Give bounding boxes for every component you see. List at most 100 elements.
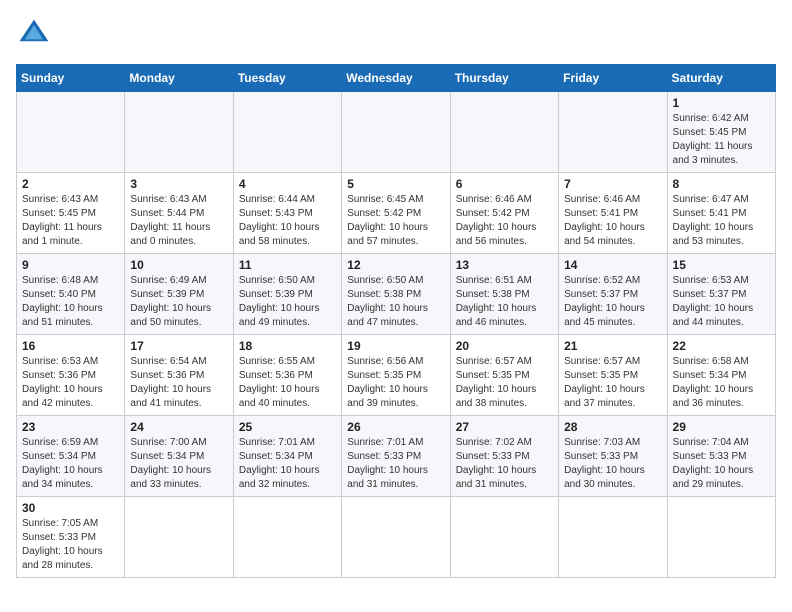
calendar-cell: 23 Sunrise: 6:59 AM Sunset: 5:34 PM Dayli… — [17, 416, 125, 497]
calendar-cell: 30 Sunrise: 7:05 AM Sunset: 5:33 PM Dayli… — [17, 497, 125, 578]
calendar-cell: 27 Sunrise: 7:02 AM Sunset: 5:33 PM Dayli… — [450, 416, 558, 497]
calendar-table: SundayMondayTuesdayWednesdayThursdayFrid… — [16, 64, 776, 578]
day-info: Sunrise: 6:50 AM Sunset: 5:38 PM Dayligh… — [347, 274, 444, 330]
weekday-header: Thursday — [450, 65, 558, 92]
day-number: 14 — [564, 258, 661, 272]
calendar-cell — [17, 92, 125, 173]
day-number: 10 — [130, 258, 227, 272]
day-info: Sunrise: 6:46 AM Sunset: 5:42 PM Dayligh… — [456, 193, 553, 249]
calendar-cell: 21Sunrise: 6:57 AM Sunset: 5:35 PM Dayli… — [559, 335, 667, 416]
calendar-cell: 10 Sunrise: 6:49 AM Sunset: 5:39 PM Dayli… — [125, 254, 233, 335]
weekday-header: Sunday — [17, 65, 125, 92]
day-number: 8 — [673, 177, 770, 191]
day-info: Sunrise: 6:51 AM Sunset: 5:38 PM Dayligh… — [456, 274, 553, 330]
calendar-cell — [233, 92, 341, 173]
calendar-week: 23 Sunrise: 6:59 AM Sunset: 5:34 PM Dayli… — [17, 416, 776, 497]
calendar-cell: 26Sunrise: 7:01 AM Sunset: 5:33 PM Dayli… — [342, 416, 450, 497]
day-info: Sunrise: 6:54 AM Sunset: 5:36 PM Dayligh… — [130, 355, 227, 411]
day-number: 29 — [673, 420, 770, 434]
day-number: 3 — [130, 177, 227, 191]
day-number: 1 — [673, 96, 770, 110]
calendar-cell: 9 Sunrise: 6:48 AM Sunset: 5:40 PM Daylig… — [17, 254, 125, 335]
day-number: 2 — [22, 177, 119, 191]
day-info: Sunrise: 6:43 AM Sunset: 5:44 PM Dayligh… — [130, 193, 227, 249]
calendar-cell: 11 Sunrise: 6:50 AM Sunset: 5:39 PM Dayli… — [233, 254, 341, 335]
day-number: 30 — [22, 501, 119, 515]
day-number: 5 — [347, 177, 444, 191]
day-number: 7 — [564, 177, 661, 191]
calendar-week: 9 Sunrise: 6:48 AM Sunset: 5:40 PM Daylig… — [17, 254, 776, 335]
day-info: Sunrise: 6:47 AM Sunset: 5:41 PM Dayligh… — [673, 193, 770, 249]
day-info: Sunrise: 6:43 AM Sunset: 5:45 PM Dayligh… — [22, 193, 119, 249]
day-info: Sunrise: 6:42 AM Sunset: 5:45 PM Dayligh… — [673, 112, 770, 168]
day-number: 27 — [456, 420, 553, 434]
day-number: 16 — [22, 339, 119, 353]
day-info: Sunrise: 6:48 AM Sunset: 5:40 PM Dayligh… — [22, 274, 119, 330]
calendar-cell: 4 Sunrise: 6:44 AM Sunset: 5:43 PM Daylig… — [233, 173, 341, 254]
calendar-cell: 24 Sunrise: 7:00 AM Sunset: 5:34 PM Dayli… — [125, 416, 233, 497]
calendar-week: 30 Sunrise: 7:05 AM Sunset: 5:33 PM Dayli… — [17, 497, 776, 578]
day-number: 28 — [564, 420, 661, 434]
calendar-cell — [125, 497, 233, 578]
day-number: 17 — [130, 339, 227, 353]
calendar-cell: 28Sunrise: 7:03 AM Sunset: 5:33 PM Dayli… — [559, 416, 667, 497]
calendar-cell: 25 Sunrise: 7:01 AM Sunset: 5:34 PM Dayli… — [233, 416, 341, 497]
calendar-cell: 7 Sunrise: 6:46 AM Sunset: 5:41 PM Daylig… — [559, 173, 667, 254]
day-info: Sunrise: 7:00 AM Sunset: 5:34 PM Dayligh… — [130, 436, 227, 492]
day-info: Sunrise: 6:50 AM Sunset: 5:39 PM Dayligh… — [239, 274, 336, 330]
day-info: Sunrise: 7:04 AM Sunset: 5:33 PM Dayligh… — [673, 436, 770, 492]
day-info: Sunrise: 6:56 AM Sunset: 5:35 PM Dayligh… — [347, 355, 444, 411]
day-info: Sunrise: 6:53 AM Sunset: 5:37 PM Dayligh… — [673, 274, 770, 330]
day-number: 24 — [130, 420, 227, 434]
day-info: Sunrise: 6:45 AM Sunset: 5:42 PM Dayligh… — [347, 193, 444, 249]
day-info: Sunrise: 6:53 AM Sunset: 5:36 PM Dayligh… — [22, 355, 119, 411]
calendar-cell: 6Sunrise: 6:46 AM Sunset: 5:42 PM Daylig… — [450, 173, 558, 254]
day-number: 23 — [22, 420, 119, 434]
calendar-week: 2 Sunrise: 6:43 AM Sunset: 5:45 PM Daylig… — [17, 173, 776, 254]
calendar-cell — [667, 497, 775, 578]
day-info: Sunrise: 7:02 AM Sunset: 5:33 PM Dayligh… — [456, 436, 553, 492]
calendar-cell: 19 Sunrise: 6:56 AM Sunset: 5:35 PM Dayli… — [342, 335, 450, 416]
calendar-cell: 22Sunrise: 6:58 AM Sunset: 5:34 PM Dayli… — [667, 335, 775, 416]
day-number: 15 — [673, 258, 770, 272]
calendar-cell: 15 Sunrise: 6:53 AM Sunset: 5:37 PM Dayli… — [667, 254, 775, 335]
day-info: Sunrise: 6:52 AM Sunset: 5:37 PM Dayligh… — [564, 274, 661, 330]
weekday-header: Tuesday — [233, 65, 341, 92]
calendar-cell: 17 Sunrise: 6:54 AM Sunset: 5:36 PM Dayli… — [125, 335, 233, 416]
logo-icon — [16, 16, 52, 52]
calendar-cell: 29 Sunrise: 7:04 AM Sunset: 5:33 PM Dayli… — [667, 416, 775, 497]
day-info: Sunrise: 6:58 AM Sunset: 5:34 PM Dayligh… — [673, 355, 770, 411]
calendar-week: 16 Sunrise: 6:53 AM Sunset: 5:36 PM Dayli… — [17, 335, 776, 416]
day-number: 9 — [22, 258, 119, 272]
day-number: 12 — [347, 258, 444, 272]
calendar-cell: 3 Sunrise: 6:43 AM Sunset: 5:44 PM Daylig… — [125, 173, 233, 254]
day-info: Sunrise: 6:49 AM Sunset: 5:39 PM Dayligh… — [130, 274, 227, 330]
day-number: 25 — [239, 420, 336, 434]
calendar-cell: 12 Sunrise: 6:50 AM Sunset: 5:38 PM Dayli… — [342, 254, 450, 335]
day-info: Sunrise: 6:57 AM Sunset: 5:35 PM Dayligh… — [564, 355, 661, 411]
day-info: Sunrise: 6:46 AM Sunset: 5:41 PM Dayligh… — [564, 193, 661, 249]
day-number: 19 — [347, 339, 444, 353]
calendar-cell: 5 Sunrise: 6:45 AM Sunset: 5:42 PM Daylig… — [342, 173, 450, 254]
calendar-cell — [450, 92, 558, 173]
calendar-week: 1 Sunrise: 6:42 AM Sunset: 5:45 PM Daylig… — [17, 92, 776, 173]
day-info: Sunrise: 7:05 AM Sunset: 5:33 PM Dayligh… — [22, 517, 119, 573]
day-number: 4 — [239, 177, 336, 191]
day-number: 11 — [239, 258, 336, 272]
calendar-cell: 18 Sunrise: 6:55 AM Sunset: 5:36 PM Dayli… — [233, 335, 341, 416]
weekday-header: Friday — [559, 65, 667, 92]
day-info: Sunrise: 6:55 AM Sunset: 5:36 PM Dayligh… — [239, 355, 336, 411]
logo — [16, 16, 58, 52]
day-info: Sunrise: 6:44 AM Sunset: 5:43 PM Dayligh… — [239, 193, 336, 249]
weekday-header: Wednesday — [342, 65, 450, 92]
calendar-header: SundayMondayTuesdayWednesdayThursdayFrid… — [17, 65, 776, 92]
day-number: 18 — [239, 339, 336, 353]
calendar-cell: 20Sunrise: 6:57 AM Sunset: 5:35 PM Dayli… — [450, 335, 558, 416]
day-info: Sunrise: 6:59 AM Sunset: 5:34 PM Dayligh… — [22, 436, 119, 492]
calendar-cell: 1 Sunrise: 6:42 AM Sunset: 5:45 PM Daylig… — [667, 92, 775, 173]
calendar-cell — [559, 92, 667, 173]
weekday-header: Monday — [125, 65, 233, 92]
calendar-cell: 8 Sunrise: 6:47 AM Sunset: 5:41 PM Daylig… — [667, 173, 775, 254]
page-header — [16, 16, 776, 52]
day-info: Sunrise: 7:01 AM Sunset: 5:34 PM Dayligh… — [239, 436, 336, 492]
